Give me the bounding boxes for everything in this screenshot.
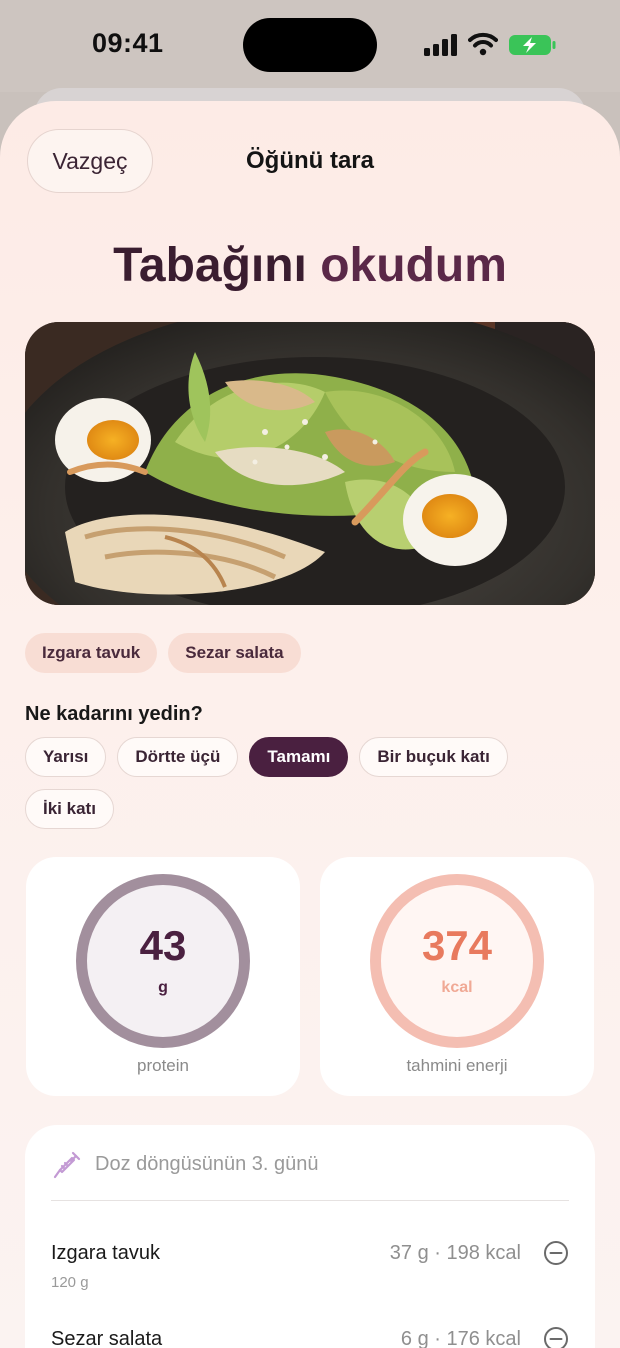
protein-value: 43	[139, 922, 187, 969]
meal-details-card: Doz döngüsünün 3. günü Izgara tavuk 120 …	[25, 1125, 595, 1348]
meal-photo	[25, 322, 595, 605]
food-row-stats: 37 g · 198 kcal	[389, 1242, 521, 1264]
portion-option-double[interactable]: İki katı	[25, 789, 114, 829]
wifi-icon	[468, 32, 498, 56]
detected-food-tags: Izgara tavuk Sezar salata	[25, 633, 301, 673]
headline-part2: okudum	[320, 239, 507, 292]
energy-ring: 374 kcal	[370, 874, 544, 1048]
food-tag[interactable]: Sezar salata	[168, 633, 301, 673]
protein-unit: g	[158, 979, 168, 996]
remove-circle-icon[interactable]	[543, 1326, 569, 1348]
dynamic-island	[243, 18, 377, 72]
remove-circle-icon[interactable]	[543, 1240, 569, 1266]
dose-cycle-text: Doz döngüsünün 3. günü	[95, 1153, 319, 1175]
sheet-title: Öğünü tara	[245, 147, 374, 174]
food-row-stats: 6 g · 176 kcal	[400, 1328, 521, 1348]
scan-meal-sheet: Vazgeç Öğünü tara Tabağını okudum Izgara…	[0, 101, 620, 1348]
battery-charging-icon	[509, 35, 556, 55]
portion-option-half[interactable]: Yarısı	[25, 737, 107, 777]
cellular-signal-icon	[424, 34, 457, 56]
portion-option-full[interactable]: Tamamı	[249, 737, 349, 777]
portion-option-three-quarters[interactable]: Dörtte üçü	[117, 737, 239, 777]
page-headline: Tabağını okudum	[0, 238, 620, 293]
status-time: 09:41	[92, 28, 164, 58]
syringe-icon	[53, 1151, 81, 1179]
protein-label: protein	[137, 1056, 189, 1075]
portion-options: Yarısı Dörtte üçü Tamamı Bir buçuk katı …	[25, 737, 595, 829]
protein-ring: 43 g	[76, 874, 250, 1048]
meal-photo-illustration	[25, 322, 595, 605]
energy-value: 374	[421, 922, 493, 969]
food-row-name: Izgara tavuk	[51, 1242, 160, 1264]
energy-label: tahmini enerji	[406, 1056, 508, 1075]
headline-part1: Tabağını	[113, 239, 307, 292]
portion-option-one-and-half[interactable]: Bir buçuk katı	[359, 737, 508, 777]
protein-card: 43 g protein	[26, 857, 300, 1096]
food-tag[interactable]: Izgara tavuk	[25, 633, 158, 673]
food-row-name: Sezar salata	[51, 1328, 163, 1348]
divider	[51, 1200, 569, 1201]
portion-question: Ne kadarını yedin?	[25, 703, 203, 725]
food-row-grams: 120 g	[51, 1274, 89, 1291]
energy-unit: kcal	[441, 979, 473, 996]
energy-card: 374 kcal tahmini enerji	[320, 857, 594, 1096]
status-bar: 09:41	[0, 0, 620, 92]
